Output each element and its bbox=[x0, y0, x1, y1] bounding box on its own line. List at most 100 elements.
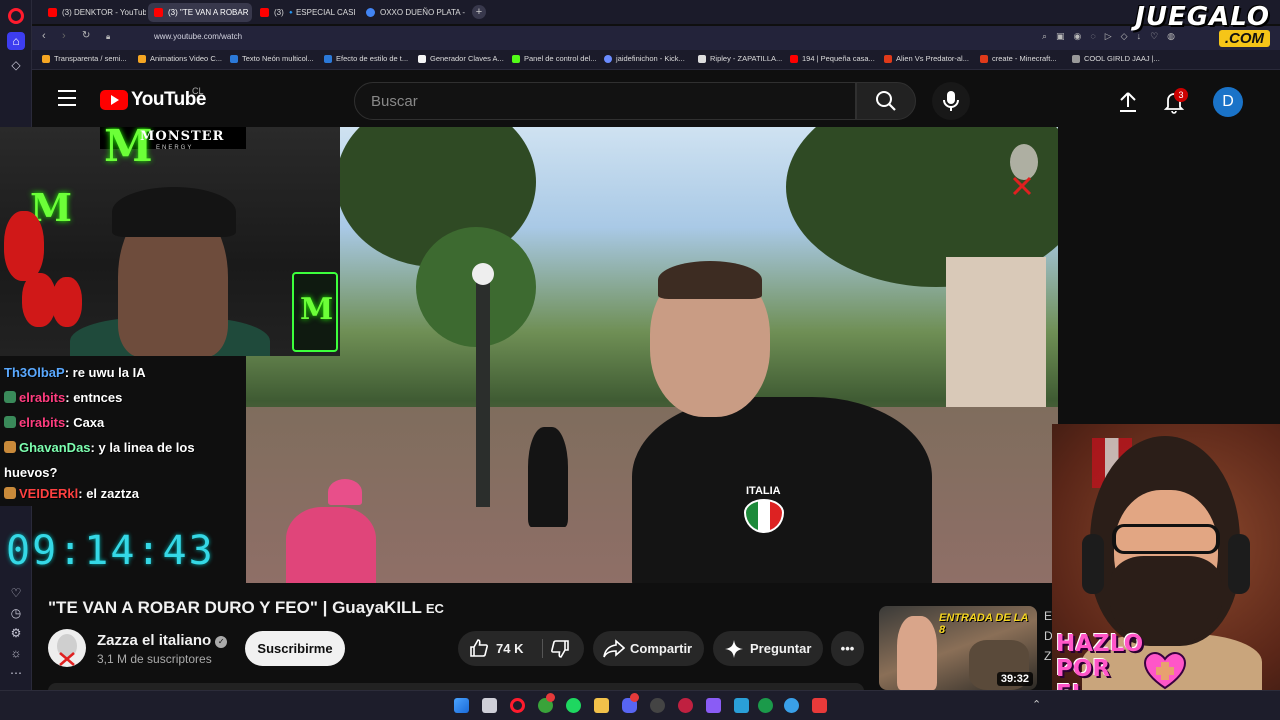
file-explorer-icon[interactable] bbox=[594, 698, 609, 713]
plush-toy bbox=[52, 277, 82, 327]
video-title-flag: EC bbox=[425, 601, 444, 616]
back-arrow-icon[interactable]: ‹ bbox=[42, 30, 46, 42]
forward-arrow-icon[interactable]: › bbox=[62, 30, 66, 42]
bookmark-item[interactable]: Efecto de estilo de t... bbox=[324, 54, 408, 63]
xbox-notification-badge bbox=[546, 693, 555, 702]
app-icon[interactable] bbox=[706, 698, 721, 713]
channel-name[interactable]: Zazza el italiano ✓ bbox=[97, 632, 228, 649]
chat-message: VEIDERkl: el zaztza bbox=[4, 481, 139, 506]
chat-text: : Caxa bbox=[65, 415, 105, 430]
windows-start-icon[interactable] bbox=[454, 698, 469, 713]
tab-label: (3) "TE VAN A ROBAR bbox=[168, 8, 249, 17]
app-icon[interactable] bbox=[812, 698, 827, 713]
search-button[interactable] bbox=[856, 82, 916, 120]
search-input[interactable] bbox=[354, 82, 856, 120]
chat-badge-icon bbox=[4, 416, 16, 428]
video-scene-pink-cap bbox=[328, 479, 362, 505]
stream-chat: Th3OlbaP: re uwu la IA elrabits: entnces… bbox=[0, 356, 246, 506]
app-icon[interactable] bbox=[678, 698, 693, 713]
upload-button[interactable] bbox=[1116, 90, 1140, 114]
more-actions-button[interactable]: ••• bbox=[831, 631, 864, 666]
settings-gear-icon[interactable]: ⚙ bbox=[7, 624, 25, 642]
youtube-header: YouTube CL 3 D bbox=[32, 70, 1280, 127]
verified-check-icon: ✓ bbox=[215, 636, 228, 648]
chat-message: elrabits: entnces bbox=[4, 385, 122, 410]
channel-avatar[interactable] bbox=[48, 629, 86, 667]
video-title-text: "TE VAN A ROBAR DURO Y FEO" | GuayaKILL bbox=[48, 598, 422, 617]
page-favicon-icon bbox=[884, 55, 892, 63]
ask-button[interactable]: Preguntar bbox=[713, 631, 823, 666]
heart-icon[interactable]: ♡ bbox=[7, 584, 25, 602]
tab-current-video[interactable]: (3) "TE VAN A ROBAR bbox=[148, 3, 252, 22]
dislike-button[interactable] bbox=[543, 631, 584, 666]
video-title: "TE VAN A ROBAR DURO Y FEO" | GuayaKILL E… bbox=[48, 598, 444, 618]
chevron-up-icon[interactable]: ⌃ bbox=[1032, 698, 1041, 711]
like-button[interactable]: 74 K bbox=[458, 631, 542, 666]
watermark-line1: JUEGALO bbox=[1135, 2, 1270, 32]
chat-username: elrabits bbox=[19, 415, 66, 430]
sponsor-name: MONSTER bbox=[140, 129, 225, 144]
page-favicon-icon bbox=[324, 55, 332, 63]
bookmark-item[interactable]: Panel de control del... bbox=[512, 54, 597, 63]
bookmark-item[interactable]: Generador Claves A... bbox=[418, 54, 504, 63]
banner-line: EL bbox=[1056, 682, 1143, 691]
menu-hamburger-icon[interactable] bbox=[58, 90, 76, 111]
recommended-video-thumbnail[interactable]: ENTRADA DE LA 8 39:32 bbox=[879, 606, 1037, 690]
youtube-favicon-icon bbox=[154, 8, 163, 17]
headphone-left bbox=[1082, 534, 1104, 594]
spotify-icon[interactable] bbox=[566, 698, 581, 713]
video-scene-lamppost bbox=[476, 267, 490, 507]
reload-icon[interactable]: ↻ bbox=[82, 30, 90, 41]
bookmark-label: Ripley - ZAPATILLA... bbox=[710, 54, 783, 63]
vtuber-glasses bbox=[1112, 524, 1220, 554]
page-favicon-icon bbox=[980, 55, 988, 63]
youtube-favicon-icon bbox=[260, 8, 269, 17]
subscribe-button[interactable]: Suscribirme bbox=[245, 631, 345, 666]
chat-badge-icon bbox=[4, 487, 16, 499]
account-avatar[interactable]: D bbox=[1213, 87, 1243, 117]
voice-search-button[interactable] bbox=[932, 82, 970, 120]
bookmark-item[interactable]: Animations Video C... bbox=[138, 54, 222, 63]
more-icon[interactable]: ⋯ bbox=[7, 664, 25, 682]
lightbulb-icon[interactable]: ☼ bbox=[7, 644, 25, 662]
windows-taskbar: ⌃ bbox=[0, 690, 1280, 720]
home-icon[interactable]: ⌂ bbox=[7, 32, 25, 50]
bookmark-item[interactable]: COOL GIRLD JAAJ |... bbox=[1072, 54, 1160, 63]
video-player[interactable]: ITALIA bbox=[246, 127, 1058, 583]
tab-oxxo[interactable]: OXXO DUEÑO PLATA - Bu bbox=[360, 3, 466, 22]
watermark-line2: .COM bbox=[1218, 30, 1270, 47]
speed-dial-icon[interactable]: ◇ bbox=[7, 56, 25, 74]
bookmark-item[interactable]: Alien Vs Predator-al... bbox=[884, 54, 969, 63]
new-tab-plus-icon[interactable]: + bbox=[472, 5, 486, 19]
video-scene-building bbox=[946, 257, 1046, 427]
stream-clock: 09:14:43 bbox=[6, 528, 215, 574]
opera-taskbar-icon[interactable] bbox=[510, 698, 525, 713]
channel-avatar-face-icon bbox=[57, 634, 77, 666]
url-field[interactable]: www.youtube.com/watch bbox=[154, 32, 242, 41]
tab-label: (3) 🔹ESPECIAL CASI NAV bbox=[274, 8, 358, 17]
bookmark-item[interactable]: 194 | Pequeña casa... bbox=[790, 54, 875, 63]
bookmark-label: 194 | Pequeña casa... bbox=[802, 54, 875, 63]
bookmark-item[interactable]: create - Minecraft... bbox=[980, 54, 1057, 63]
history-icon[interactable]: ◷ bbox=[7, 604, 25, 622]
youtube-logo[interactable]: YouTube bbox=[100, 89, 206, 110]
tab-especial[interactable]: (3) 🔹ESPECIAL CASI NAV bbox=[254, 3, 358, 22]
bookmark-item[interactable]: Transparenta / semi... bbox=[42, 54, 127, 63]
bookmark-item[interactable]: Ripley - ZAPATILLA... bbox=[698, 54, 782, 63]
chat-message: GhavanDas: y la linea de los huevos? bbox=[4, 435, 244, 485]
bookmark-item[interactable]: jaidefinichon - Kick... bbox=[604, 54, 685, 63]
app-icon[interactable] bbox=[758, 698, 773, 713]
folder-icon bbox=[42, 55, 50, 63]
video-scene-host-body bbox=[632, 397, 932, 583]
task-view-icon[interactable] bbox=[482, 698, 497, 713]
obs-icon[interactable] bbox=[650, 698, 665, 713]
thumbs-up-icon bbox=[470, 639, 488, 657]
app-icon[interactable] bbox=[784, 698, 799, 713]
subscriber-count: 3,1 M de suscriptores bbox=[97, 652, 212, 666]
opera-logo-icon[interactable] bbox=[8, 8, 24, 24]
tab-denktor[interactable]: (3) DENKTOR - YouTube bbox=[42, 3, 146, 22]
share-button[interactable]: Compartir bbox=[593, 631, 704, 666]
app-icon[interactable] bbox=[734, 698, 749, 713]
bookmark-item[interactable]: Texto Neón multicol... bbox=[230, 54, 314, 63]
ask-label: Preguntar bbox=[750, 641, 812, 656]
